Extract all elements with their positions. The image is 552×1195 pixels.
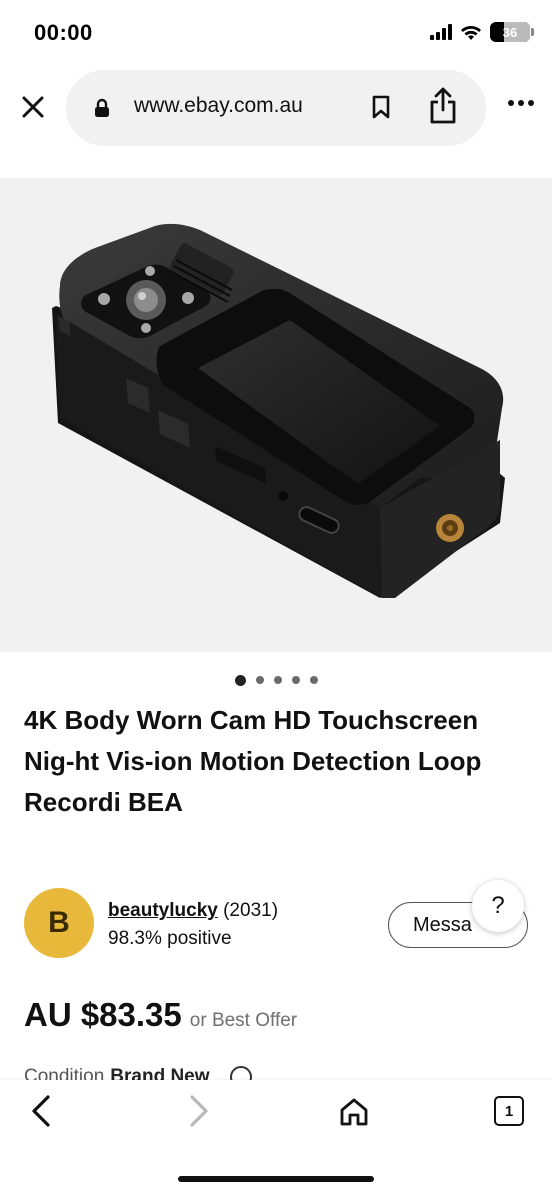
close-icon [22, 96, 44, 118]
best-offer-label: or Best Offer [189, 1010, 298, 1031]
cellular-signal-icon [430, 24, 452, 40]
seller-name-link[interactable]: beautylucky [108, 900, 218, 921]
help-icon: ? [491, 892, 505, 919]
battery-percentage: 36 [502, 24, 518, 40]
body-camera-image [52, 223, 505, 598]
product-title: 4K Body Worn Cam HD Touchscreen Nig-ht V… [24, 705, 482, 817]
product-image[interactable] [0, 178, 552, 652]
price: AU $83.35 [24, 996, 182, 1033]
url-text: www.ebay.com.au [134, 94, 303, 117]
message-button-label: Messa [413, 913, 472, 936]
battery-icon: 36 [490, 22, 534, 42]
status-icons: 36 [430, 22, 534, 42]
wifi-icon [461, 25, 481, 40]
home-icon[interactable] [338, 1096, 370, 1128]
home-indicator [178, 1176, 374, 1182]
close-button[interactable] [16, 90, 50, 124]
status-bar: 00:00 36 [0, 0, 552, 64]
seller-positive-feedback: 98.3% positive [108, 928, 232, 949]
tab-count: 1 [504, 1102, 514, 1120]
bookmark-icon[interactable] [370, 94, 392, 120]
status-time: 00:00 [34, 20, 93, 45]
tabs-icon[interactable]: 1 [494, 1096, 524, 1126]
share-icon[interactable] [428, 86, 458, 126]
carousel-dot[interactable] [255, 676, 264, 684]
browser-header: www.ebay.com.au [0, 64, 552, 150]
carousel-dot[interactable] [309, 676, 318, 684]
price-row: AU $83.35 or Best Offer [24, 996, 297, 1034]
seller-info: beautylucky (2031) 98.3% positive [108, 900, 278, 950]
seller-feedback-count: (2031) [223, 900, 279, 921]
address-bar[interactable]: www.ebay.com.au [66, 70, 486, 146]
condition-label: Condition [24, 1066, 105, 1080]
more-icon[interactable] [508, 100, 534, 106]
condition-row: Condition Brand New [24, 1066, 424, 1080]
carousel-dot[interactable] [291, 676, 300, 684]
info-icon[interactable] [229, 1066, 252, 1080]
lock-icon [95, 98, 109, 117]
image-carousel-dots[interactable] [0, 674, 552, 686]
condition-value: Brand New [110, 1066, 210, 1080]
carousel-dot[interactable] [234, 674, 246, 686]
seller-avatar[interactable]: B [24, 888, 94, 958]
help-button[interactable]: ? [472, 880, 524, 932]
forward-icon[interactable] [184, 1094, 212, 1128]
carousel-dot[interactable] [273, 676, 282, 684]
seller-name-row: beautylucky (2031) [108, 900, 278, 922]
back-icon[interactable] [28, 1094, 56, 1128]
